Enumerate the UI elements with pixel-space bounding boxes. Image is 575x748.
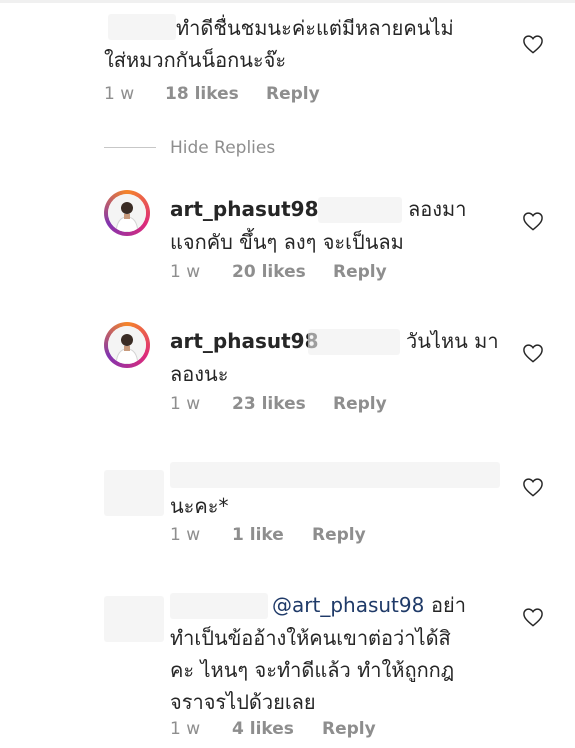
avatar[interactable] <box>104 322 150 368</box>
reply-button[interactable]: Reply <box>333 262 387 282</box>
likes-count[interactable]: 18 likes <box>165 84 239 104</box>
profile-photo <box>108 194 146 232</box>
mention-link[interactable]: @art_phasut98 <box>272 589 424 622</box>
comment-username[interactable]: art_phasut98 <box>170 193 319 226</box>
comment-text: ใส่หมวกกันน็อกนะจ๊ะ <box>104 48 287 72</box>
reply-button[interactable]: Reply <box>333 394 387 414</box>
reply-button[interactable]: Reply <box>266 84 320 104</box>
comment-text: นะคะ* <box>170 494 229 518</box>
reply-button[interactable]: Reply <box>312 525 366 545</box>
top-divider <box>0 0 575 3</box>
avatar[interactable] <box>104 190 150 236</box>
comment-time: 1 w <box>170 262 201 282</box>
comment-time: 1 w <box>170 394 201 414</box>
likes-count[interactable]: 23 likes <box>232 394 306 414</box>
redacted-avatar <box>104 596 164 642</box>
reply-button[interactable]: Reply <box>322 719 376 739</box>
comment-time: 1 w <box>170 719 201 739</box>
likes-count[interactable]: 4 likes <box>232 719 294 739</box>
like-heart-icon[interactable] <box>522 211 544 231</box>
hide-replies-button[interactable]: Hide Replies <box>170 138 275 158</box>
redacted-text <box>308 329 400 355</box>
like-heart-icon[interactable] <box>522 34 544 54</box>
redacted-text <box>318 197 402 223</box>
redacted-text <box>170 462 500 488</box>
comment-text: ลองมา <box>408 197 467 221</box>
profile-photo <box>108 326 146 364</box>
likes-count[interactable]: 1 like <box>232 525 284 545</box>
comment-time: 1 w <box>170 525 201 545</box>
redacted-text <box>170 593 268 619</box>
redacted-text <box>108 14 176 40</box>
like-heart-icon[interactable] <box>522 477 544 497</box>
comment-time: 1 w <box>104 84 135 104</box>
hide-replies-line <box>104 147 156 148</box>
comment-text: วันไหน มา <box>406 329 499 353</box>
like-heart-icon[interactable] <box>522 607 544 627</box>
comment-username[interactable]: art_phasut98 <box>170 325 319 358</box>
comment-text: จราจรไปด้วยเลย <box>170 690 316 714</box>
comment-text: ทำดีชื่นชมนะค่ะแต่มีหลายคนไม่ <box>176 16 454 40</box>
comment-text: ทำเป็นข้ออ้างให้คนเขาต่อว่าได้สิ <box>170 626 451 650</box>
comment-text: คะ ไหนๆ จะทำดีแล้ว ทำให้ถูกกฎ <box>170 658 455 682</box>
comment-text: แจกคับ ขึ้นๆ ลงๆ จะเป็นลม <box>170 230 404 254</box>
like-heart-icon[interactable] <box>522 343 544 363</box>
comment-text: อย่า <box>431 593 466 617</box>
redacted-avatar <box>104 470 164 516</box>
likes-count[interactable]: 20 likes <box>232 262 306 282</box>
comment-text: ลองนะ <box>170 362 229 386</box>
